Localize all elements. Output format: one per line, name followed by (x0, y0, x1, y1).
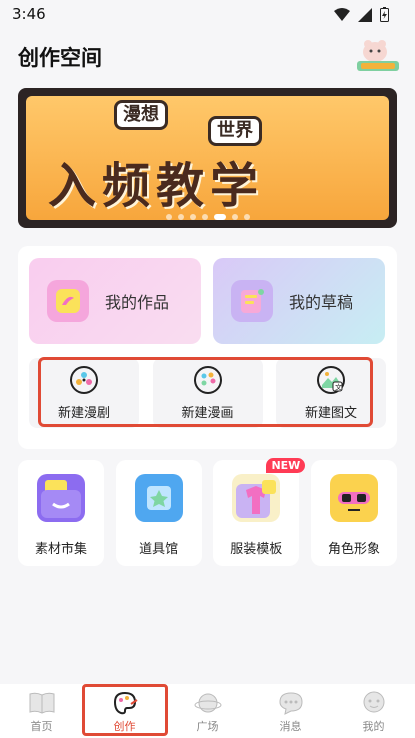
banner-dot (201, 214, 208, 220)
chat-bubble-icon (277, 690, 305, 716)
tab-create[interactable]: 创作 (83, 684, 166, 738)
create-new-row: 新建漫剧 新建漫画 文 新建图文 (29, 358, 386, 428)
tab-home[interactable]: 首页 (0, 684, 83, 738)
banner-dot (189, 214, 196, 220)
new-comic-button[interactable]: 新建漫画 (152, 358, 263, 428)
palette-icon (193, 365, 222, 394)
banner-dot (243, 214, 250, 220)
banner-dot (165, 214, 172, 220)
character-label: 角色形象 (327, 542, 380, 557)
banner-dot-active (213, 214, 226, 220)
new-comic-label: 新建漫画 (181, 405, 234, 421)
signal-icon (358, 7, 372, 26)
banner-pagination (18, 214, 397, 220)
image-text-icon: 文 (317, 365, 345, 394)
character-icon (329, 474, 378, 522)
my-works-icon (47, 280, 89, 322)
brand-logo[interactable] (355, 38, 401, 72)
create-palette-icon (111, 690, 139, 716)
new-image-text-button[interactable]: 文 新建图文 (276, 358, 386, 428)
material-market-icon (37, 474, 85, 522)
banner-dot (177, 214, 184, 220)
tab-messages-label: 消息 (279, 720, 302, 733)
tab-home-label: 首页 (30, 720, 53, 733)
tab-create-label: 创作 (113, 720, 136, 733)
banner-tag-left: 漫想 (114, 100, 168, 130)
banner-tag-right: 世界 (208, 116, 262, 146)
film-reel-icon (70, 365, 98, 394)
tab-plaza-label: 广场 (196, 720, 219, 733)
status-icons (334, 7, 389, 26)
book-icon (28, 690, 56, 716)
my-works-card[interactable]: 我的作品 (29, 258, 201, 344)
material-market-card[interactable]: 素材市集 (18, 460, 104, 566)
props-hall-card[interactable]: 道具馆 (115, 460, 202, 566)
bottom-tab-bar: 首页 创作 广场 消息 我的 (0, 684, 415, 738)
tools-row: 素材市集 道具馆 NEW 服装模板 角色形象 (18, 458, 397, 566)
costume-template-icon (232, 474, 281, 522)
my-drafts-label: 我的草稿 (289, 293, 354, 312)
page-title: 创作空间 (18, 46, 102, 70)
new-comic-drama-button[interactable]: 新建漫剧 (29, 358, 139, 428)
new-image-text-label: 新建图文 (304, 405, 357, 421)
banner-dot (231, 214, 238, 220)
tab-plaza[interactable]: 广场 (166, 684, 249, 738)
costume-template-label: 服装模板 (230, 542, 283, 557)
status-bar: 3:46 (0, 0, 415, 30)
status-time: 3:46 (12, 5, 46, 23)
tab-messages[interactable]: 消息 (249, 684, 332, 738)
material-market-label: 素材市集 (34, 542, 87, 557)
new-badge: NEW (266, 458, 306, 473)
tab-profile[interactable]: 我的 (332, 684, 415, 738)
my-drafts-icon (231, 280, 273, 322)
props-hall-label: 道具馆 (139, 542, 179, 557)
battery-icon (380, 7, 389, 26)
profile-face-icon (360, 690, 388, 716)
banner-headline: 入频教学 (48, 158, 265, 214)
promo-banner[interactable]: 漫想 世界 入频教学 (18, 88, 397, 228)
my-works-label: 我的作品 (105, 293, 170, 312)
props-hall-icon (134, 474, 183, 522)
character-card[interactable]: 角色形象 (310, 460, 397, 566)
costume-template-card[interactable]: NEW 服装模板 (213, 458, 306, 566)
planet-icon (194, 690, 222, 716)
svg-text:文: 文 (335, 382, 342, 391)
tab-profile-label: 我的 (362, 720, 385, 733)
wifi-icon (334, 7, 350, 26)
works-panel: 我的作品 我的草稿 新建漫剧 新建漫画 文 新建图文 (18, 246, 397, 449)
my-drafts-card[interactable]: 我的草稿 (213, 258, 385, 344)
new-comic-drama-label: 新建漫剧 (57, 405, 110, 421)
